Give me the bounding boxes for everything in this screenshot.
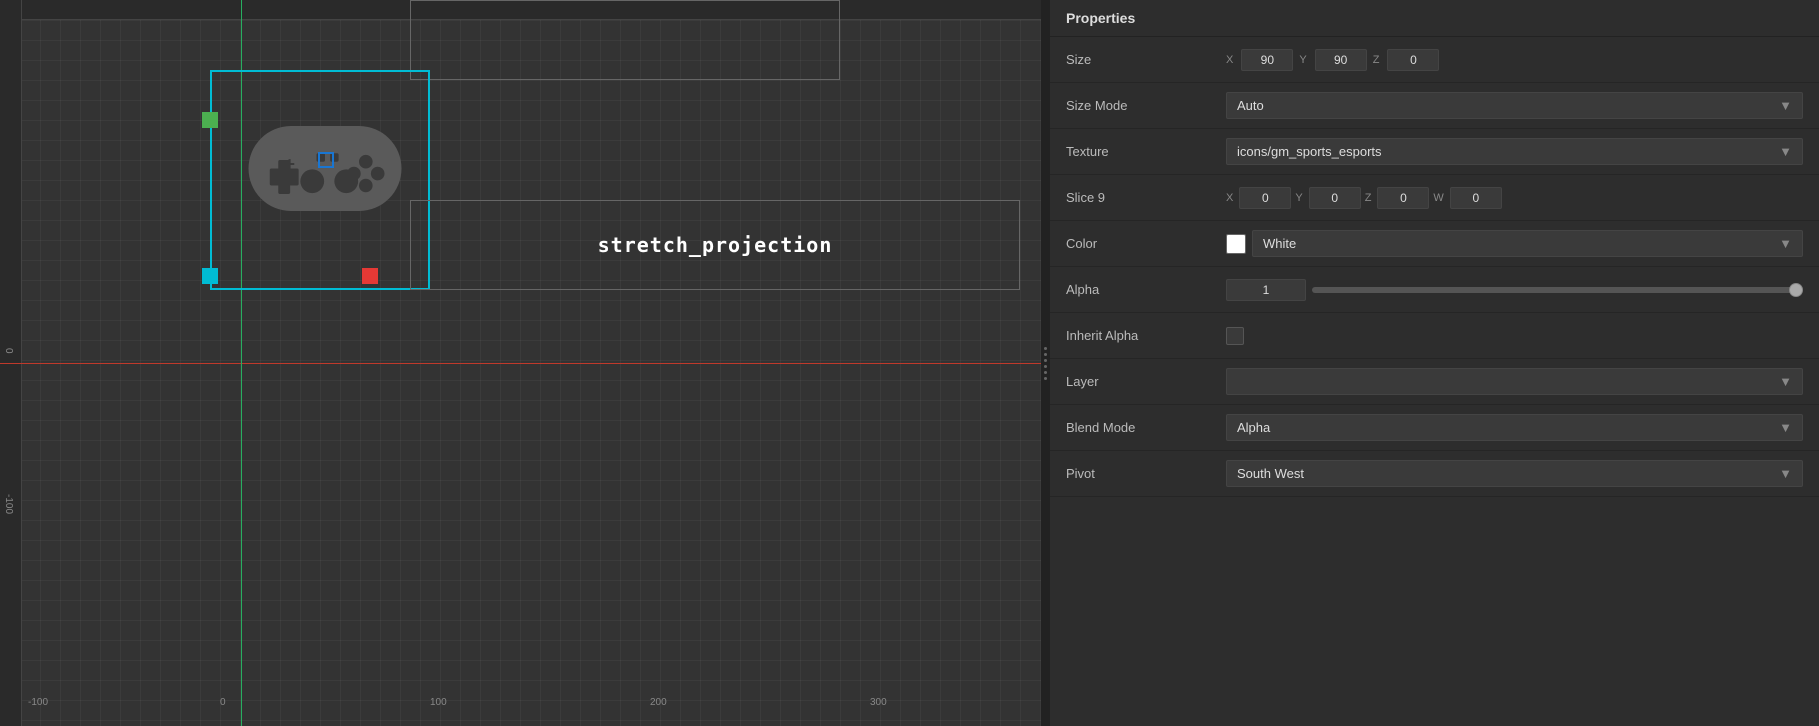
pivot-label: Pivot bbox=[1066, 466, 1226, 481]
slice9-y-label: Y bbox=[1295, 192, 1302, 204]
alpha-slider-track[interactable] bbox=[1312, 287, 1803, 293]
layer-arrow: ▼ bbox=[1779, 374, 1792, 389]
slice9-y-input[interactable] bbox=[1309, 187, 1361, 209]
handle-bottom-left[interactable] bbox=[202, 268, 218, 284]
pivot-row: Pivot South West ▼ bbox=[1050, 451, 1819, 497]
color-arrow: ▼ bbox=[1779, 236, 1792, 251]
size-z-label: Z bbox=[1373, 54, 1380, 66]
layer-label: Layer bbox=[1066, 374, 1226, 389]
properties-panel: Properties Size X Y Z Size Mode Auto ▼ T… bbox=[1049, 0, 1819, 726]
size-x-label: X bbox=[1226, 54, 1233, 66]
alpha-value bbox=[1226, 279, 1803, 301]
texture-label: Texture bbox=[1066, 144, 1226, 159]
stretch-box: stretch_projection bbox=[410, 200, 1020, 290]
color-value: White ▼ bbox=[1226, 230, 1803, 257]
texture-selected: icons/gm_sports_esports bbox=[1237, 144, 1382, 159]
ruler-label-left-0: 0 bbox=[3, 348, 14, 354]
slice9-x-input[interactable] bbox=[1239, 187, 1291, 209]
size-y-label: Y bbox=[1299, 54, 1306, 66]
size-mode-value: Auto ▼ bbox=[1226, 92, 1803, 119]
canvas-area[interactable]: -100 0 100 200 300 0 -100 + bbox=[0, 0, 1049, 726]
blend-mode-row: Blend Mode Alpha ▼ bbox=[1050, 405, 1819, 451]
handle-top-left[interactable] bbox=[202, 112, 218, 128]
slice9-z-label: Z bbox=[1365, 192, 1372, 204]
slice9-value-group: X Y Z W bbox=[1226, 187, 1803, 209]
blend-mode-value: Alpha ▼ bbox=[1226, 414, 1803, 441]
splitter-dot bbox=[1044, 365, 1047, 368]
horizontal-axis bbox=[0, 363, 1049, 364]
color-selected: White bbox=[1263, 236, 1296, 251]
layer-row: Layer ▼ bbox=[1050, 359, 1819, 405]
ruler-label: 200 bbox=[650, 697, 667, 708]
slice9-w-input[interactable] bbox=[1450, 187, 1502, 209]
inherit-alpha-checkbox[interactable] bbox=[1226, 327, 1244, 345]
color-row: Color White ▼ bbox=[1050, 221, 1819, 267]
size-mode-dropdown[interactable]: Auto ▼ bbox=[1226, 92, 1803, 119]
texture-arrow: ▼ bbox=[1779, 144, 1792, 159]
size-x-input[interactable] bbox=[1241, 49, 1293, 71]
size-row: Size X Y Z bbox=[1050, 37, 1819, 83]
size-mode-label: Size Mode bbox=[1066, 98, 1226, 113]
splitter-dot bbox=[1044, 353, 1047, 356]
slice9-label: Slice 9 bbox=[1066, 190, 1226, 205]
inherit-alpha-row: Inherit Alpha bbox=[1050, 313, 1819, 359]
texture-dropdown[interactable]: icons/gm_sports_esports ▼ bbox=[1226, 138, 1803, 165]
layer-dropdown[interactable]: ▼ bbox=[1226, 368, 1803, 395]
size-mode-row: Size Mode Auto ▼ bbox=[1050, 83, 1819, 129]
size-value-group: X Y Z bbox=[1226, 49, 1803, 71]
splitter-dot bbox=[1044, 377, 1047, 380]
blend-mode-dropdown[interactable]: Alpha ▼ bbox=[1226, 414, 1803, 441]
alpha-input[interactable] bbox=[1226, 279, 1306, 301]
size-y-input[interactable] bbox=[1315, 49, 1367, 71]
inherit-alpha-value bbox=[1226, 327, 1803, 345]
blend-mode-label: Blend Mode bbox=[1066, 420, 1226, 435]
pivot-value: South West ▼ bbox=[1226, 460, 1803, 487]
ruler-label: 300 bbox=[870, 697, 887, 708]
color-swatch[interactable] bbox=[1226, 234, 1246, 254]
inherit-alpha-label: Inherit Alpha bbox=[1066, 328, 1226, 343]
layer-value: ▼ bbox=[1226, 368, 1803, 395]
top-rect bbox=[410, 0, 840, 80]
alpha-row: Alpha bbox=[1050, 267, 1819, 313]
selection-box bbox=[210, 70, 430, 290]
size-mode-selected: Auto bbox=[1237, 98, 1264, 113]
properties-header: Properties bbox=[1050, 0, 1819, 37]
pivot-arrow: ▼ bbox=[1779, 466, 1792, 481]
texture-value: icons/gm_sports_esports ▼ bbox=[1226, 138, 1803, 165]
splitter-dot bbox=[1044, 359, 1047, 362]
size-z-input[interactable] bbox=[1387, 49, 1439, 71]
ruler-label: 0 bbox=[220, 697, 226, 708]
splitter-dot bbox=[1044, 371, 1047, 374]
alpha-slider-thumb[interactable] bbox=[1789, 283, 1803, 297]
handle-bottom-right[interactable] bbox=[362, 268, 378, 284]
panel-splitter[interactable] bbox=[1041, 0, 1049, 726]
handle-center[interactable] bbox=[318, 152, 334, 168]
blend-mode-arrow: ▼ bbox=[1779, 420, 1792, 435]
ruler-label: -100 bbox=[28, 697, 48, 708]
slice9-w-label: W bbox=[1433, 192, 1443, 204]
pivot-dropdown[interactable]: South West ▼ bbox=[1226, 460, 1803, 487]
stretch-label: stretch_projection bbox=[598, 233, 833, 257]
slice9-z-input[interactable] bbox=[1377, 187, 1429, 209]
splitter-dot bbox=[1044, 347, 1047, 350]
texture-row: Texture icons/gm_sports_esports ▼ bbox=[1050, 129, 1819, 175]
alpha-label: Alpha bbox=[1066, 282, 1226, 297]
size-mode-arrow: ▼ bbox=[1779, 98, 1792, 113]
color-label: Color bbox=[1066, 236, 1226, 251]
ruler-label-left-1: -100 bbox=[3, 494, 14, 514]
color-dropdown[interactable]: White ▼ bbox=[1252, 230, 1803, 257]
ruler-label: 100 bbox=[430, 697, 447, 708]
blend-mode-selected: Alpha bbox=[1237, 420, 1270, 435]
slice9-x-label: X bbox=[1226, 192, 1233, 204]
slice9-row: Slice 9 X Y Z W bbox=[1050, 175, 1819, 221]
size-label: Size bbox=[1066, 52, 1226, 67]
pivot-selected: South West bbox=[1237, 466, 1304, 481]
